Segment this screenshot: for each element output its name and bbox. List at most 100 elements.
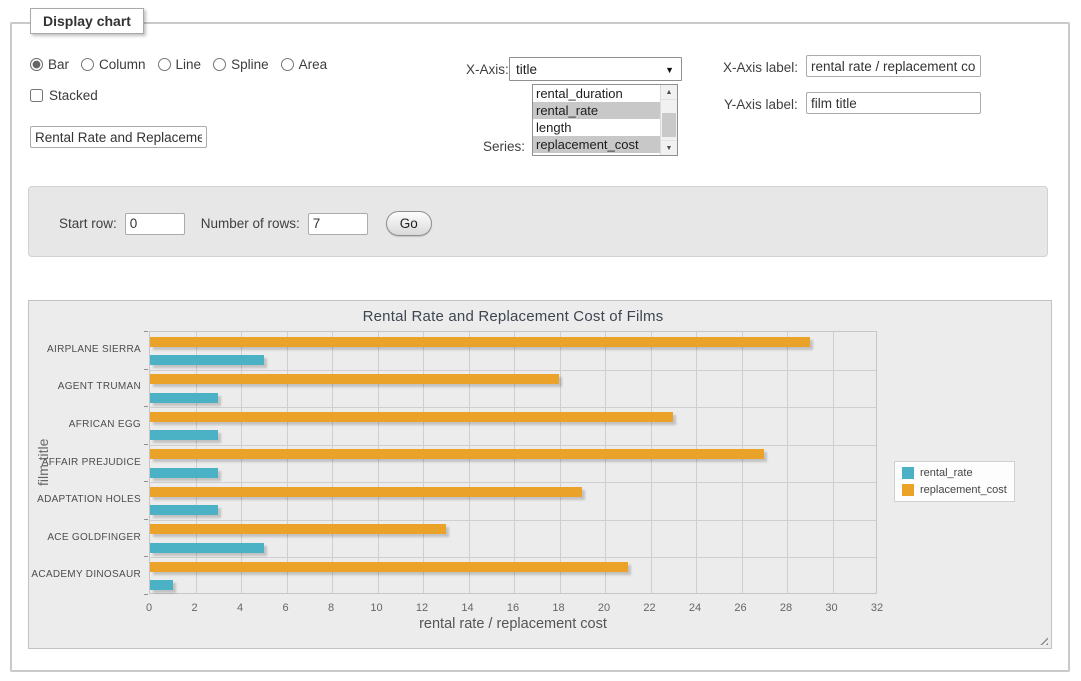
- stacked-label: Stacked: [49, 88, 98, 103]
- x-tick-label: 6: [282, 602, 288, 614]
- scroll-up-icon[interactable]: ▲: [661, 85, 677, 100]
- chart-type-option-area[interactable]: Area: [281, 57, 328, 72]
- chart-type-radio-label: Area: [299, 57, 328, 72]
- y-tick-label: AFRICAN EGG: [29, 419, 141, 430]
- x-axis-label-input[interactable]: [806, 55, 981, 77]
- x-tick-label: 24: [689, 602, 701, 614]
- chart-type-radio-label: Line: [176, 57, 202, 72]
- bar-replacement_cost: [150, 487, 582, 497]
- chart-type-radio-area[interactable]: [281, 58, 294, 71]
- gridline-horizontal: [150, 482, 876, 483]
- gridline-vertical: [742, 332, 743, 593]
- x-axis-selected-value: title: [516, 62, 537, 77]
- series-option-rental_duration[interactable]: rental_duration: [533, 85, 660, 102]
- series-select-label: Series:: [483, 139, 525, 154]
- y-tick-mark: [144, 331, 148, 332]
- chart-type-radio-bar[interactable]: [30, 58, 43, 71]
- stacked-checkbox-row[interactable]: Stacked: [30, 88, 98, 103]
- gridline-horizontal: [150, 557, 876, 558]
- chart-type-radio-spline[interactable]: [213, 58, 226, 71]
- bar-rental_rate: [150, 580, 173, 590]
- y-tick-mark: [144, 556, 148, 557]
- x-axis-select-label: X-Axis:: [466, 62, 509, 77]
- stacked-checkbox[interactable]: [30, 89, 43, 102]
- chart-type-radio-label: Column: [99, 57, 146, 72]
- x-tick-label: 10: [370, 602, 382, 614]
- gridline-vertical: [332, 332, 333, 593]
- chart-type-option-spline[interactable]: Spline: [213, 57, 269, 72]
- chart-x-axis-title: rental rate / replacement cost: [149, 616, 877, 632]
- scrollbar-thumb[interactable]: [662, 113, 676, 137]
- y-tick-mark: [144, 369, 148, 370]
- series-option-length[interactable]: length: [533, 119, 660, 136]
- gridline-vertical: [287, 332, 288, 593]
- gridline-vertical: [605, 332, 606, 593]
- x-tick-label: 18: [552, 602, 564, 614]
- y-tick-label: AIRPLANE SIERRA: [29, 344, 141, 355]
- chart-type-option-line[interactable]: Line: [158, 57, 202, 72]
- legend-entry-rental_rate: rental_rate: [902, 467, 1007, 479]
- y-tick-mark: [144, 444, 148, 445]
- select-dropdown-arrow-icon: ▼: [665, 65, 674, 75]
- bar-rental_rate: [150, 430, 218, 440]
- chart-title: Rental Rate and Replacement Cost of Film…: [149, 308, 877, 325]
- series-listbox[interactable]: rental_durationrental_ratelengthreplacem…: [532, 84, 678, 156]
- chart-type-radio-label: Spline: [231, 57, 269, 72]
- num-rows-input[interactable]: [308, 213, 368, 235]
- listbox-scrollbar[interactable]: ▲ ▼: [660, 85, 677, 155]
- x-tick-label: 30: [825, 602, 837, 614]
- bar-rental_rate: [150, 505, 218, 515]
- x-tick-label: 14: [461, 602, 473, 614]
- legend-entry-replacement_cost: replacement_cost: [902, 484, 1007, 496]
- x-tick-label: 12: [416, 602, 428, 614]
- bar-rental_rate: [150, 393, 218, 403]
- legend-label: rental_rate: [920, 467, 973, 479]
- gridline-horizontal: [150, 407, 876, 408]
- start-row-input[interactable]: [125, 213, 185, 235]
- x-tick-label: 16: [507, 602, 519, 614]
- series-option-rental_rate[interactable]: rental_rate: [533, 102, 660, 119]
- gridline-vertical: [196, 332, 197, 593]
- start-row-label: Start row:: [59, 216, 117, 231]
- chart-title-input[interactable]: [30, 126, 207, 148]
- gridline-vertical: [651, 332, 652, 593]
- gridline-horizontal: [150, 370, 876, 371]
- scroll-down-icon[interactable]: ▼: [661, 140, 677, 155]
- resize-handle-icon[interactable]: [1037, 634, 1048, 645]
- bar-replacement_cost: [150, 524, 446, 534]
- gridline-vertical: [423, 332, 424, 593]
- gridline-vertical: [241, 332, 242, 593]
- x-tick-label: 32: [871, 602, 883, 614]
- bar-replacement_cost: [150, 374, 559, 384]
- gridline-vertical: [696, 332, 697, 593]
- x-tick-label: 20: [598, 602, 610, 614]
- y-tick-mark: [144, 406, 148, 407]
- chart-type-radio-line[interactable]: [158, 58, 171, 71]
- x-axis-select[interactable]: title ▼: [509, 57, 682, 81]
- bar-replacement_cost: [150, 412, 673, 422]
- x-tick-label: 22: [643, 602, 655, 614]
- bar-replacement_cost: [150, 449, 764, 459]
- y-tick-mark: [144, 594, 148, 595]
- bar-replacement_cost: [150, 337, 810, 347]
- fieldset-legend: Display chart: [30, 8, 144, 34]
- chart-container: Rental Rate and Replacement Cost of Film…: [28, 300, 1052, 649]
- y-tick-label: AGENT TRUMAN: [29, 381, 141, 392]
- legend-label: replacement_cost: [920, 484, 1007, 496]
- chart-type-radio-column[interactable]: [81, 58, 94, 71]
- gridline-horizontal: [150, 445, 876, 446]
- y-tick-label: ACADEMY DINOSAUR: [29, 569, 141, 580]
- y-axis-label-caption: Y-Axis label:: [724, 97, 798, 112]
- gridline-vertical: [560, 332, 561, 593]
- y-tick-label: ACE GOLDFINGER: [29, 532, 141, 543]
- y-tick-label: ADAPTATION HOLES: [29, 494, 141, 505]
- gridline-vertical: [787, 332, 788, 593]
- chart-type-option-column[interactable]: Column: [81, 57, 146, 72]
- go-button[interactable]: Go: [386, 211, 432, 236]
- y-axis-label-input[interactable]: [806, 92, 981, 114]
- series-options: rental_durationrental_ratelengthreplacem…: [533, 85, 677, 153]
- gridline-vertical: [833, 332, 834, 593]
- chart-type-option-bar[interactable]: Bar: [30, 57, 69, 72]
- y-tick-mark: [144, 519, 148, 520]
- series-option-replacement_cost[interactable]: replacement_cost: [533, 136, 660, 153]
